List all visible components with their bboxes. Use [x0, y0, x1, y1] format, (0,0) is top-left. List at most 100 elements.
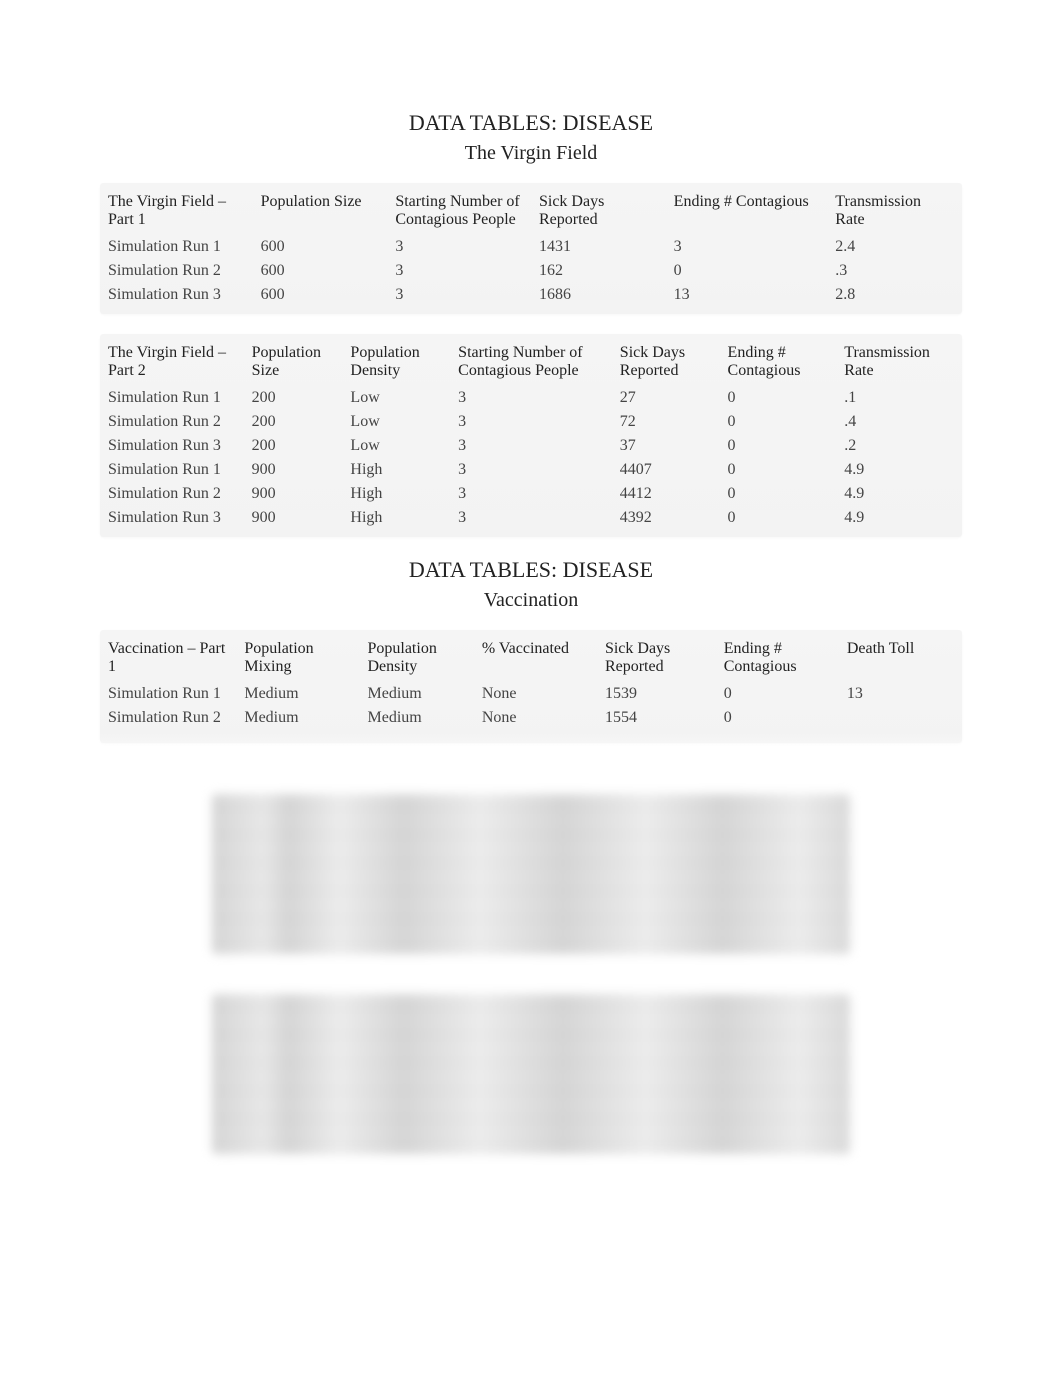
table-cell: 3	[450, 506, 612, 537]
table-cell: Simulation Run 3	[100, 434, 244, 458]
table-cell: 1431	[531, 235, 666, 259]
table-cell: None	[474, 706, 597, 730]
col-header: Transmission Rate	[827, 183, 962, 235]
col-header: Population Density	[359, 630, 473, 682]
table-cell: Simulation Run 3	[100, 283, 253, 314]
col-header: Population Size	[253, 183, 388, 235]
table-row: Simulation Run 2MediumMediumNone15540	[100, 706, 962, 730]
table-cell: Low	[342, 410, 450, 434]
table-cell: Simulation Run 1	[100, 458, 244, 482]
table-cell: High	[342, 506, 450, 537]
table-cell: 4392	[612, 506, 720, 537]
table-cell: 0	[666, 259, 828, 283]
table-cell: Simulation Run 3	[100, 506, 244, 537]
col-header: Sick Days Reported	[597, 630, 716, 682]
table-cell: .2	[836, 434, 962, 458]
table-cell: .3	[827, 259, 962, 283]
col-header: Starting Number of Contagious People	[450, 334, 612, 386]
section-title: DATA TABLES: DISEASE	[100, 110, 962, 136]
table-row: Simulation Run 2900High3441204.9	[100, 482, 962, 506]
table-cell: Simulation Run 2	[100, 410, 244, 434]
table-cell: High	[342, 482, 450, 506]
table-cell: 72	[612, 410, 720, 434]
table-cell: Simulation Run 2	[100, 259, 253, 283]
table-header-row: The Virgin Field – Part 2 Population Siz…	[100, 334, 962, 386]
table-cell: 0	[716, 706, 839, 730]
table-cell: 200	[244, 410, 343, 434]
table-cell: 4412	[612, 482, 720, 506]
col-header: Ending # Contagious	[720, 334, 837, 386]
table-cell: 4.9	[836, 482, 962, 506]
table-row: Simulation Run 1200Low3270.1	[100, 386, 962, 410]
table-vaccination-part1: Vaccination – Part 1 Population Mixing P…	[100, 630, 962, 743]
table-cell: Low	[342, 386, 450, 410]
table-cell: 162	[531, 259, 666, 283]
table-cell: Simulation Run 1	[100, 235, 253, 259]
table-cell: 2.4	[827, 235, 962, 259]
col-header: Death Toll	[839, 630, 962, 682]
document-page: DATA TABLES: DISEASE The Virgin Field Th…	[0, 0, 1062, 1254]
table-row: Simulation Run 2200Low3720.4	[100, 410, 962, 434]
table-cell: Simulation Run 2	[100, 482, 244, 506]
col-header: Ending # Contagious	[666, 183, 828, 235]
table-row: Simulation Run 1900High3440704.9	[100, 458, 962, 482]
table-cell: 600	[253, 235, 388, 259]
table-header-row: Vaccination – Part 1 Population Mixing P…	[100, 630, 962, 682]
table-cell: 0	[720, 458, 837, 482]
section-title: DATA TABLES: DISEASE	[100, 557, 962, 583]
table-cell: 0	[716, 682, 839, 706]
table-cell: 0	[720, 410, 837, 434]
table-cell: Low	[342, 434, 450, 458]
col-header: % Vaccinated	[474, 630, 597, 682]
table-cell	[100, 730, 236, 743]
table-row: Simulation Run 1MediumMediumNone1539013	[100, 682, 962, 706]
blurred-table-placeholder	[212, 794, 850, 954]
col-header: The Virgin Field – Part 1	[100, 183, 253, 235]
table-cell: 0	[720, 434, 837, 458]
table-row-faded	[100, 730, 962, 743]
table-cell: Medium	[359, 682, 473, 706]
section-subtitle: The Virgin Field	[100, 142, 962, 165]
table-cell: 3	[450, 458, 612, 482]
table-cell	[597, 730, 716, 743]
col-header: Starting Number of Contagious People	[387, 183, 531, 235]
col-header: Population Density	[342, 334, 450, 386]
table-virgin-field-part2: The Virgin Field – Part 2 Population Siz…	[100, 334, 962, 537]
table-cell: 3	[450, 482, 612, 506]
table-cell: 0	[720, 386, 837, 410]
content-fade	[100, 763, 962, 764]
table-cell	[236, 730, 359, 743]
table-cell	[839, 730, 962, 743]
blurred-table-placeholder	[212, 994, 850, 1154]
table-cell: Simulation Run 1	[100, 386, 244, 410]
table-cell: 0	[720, 482, 837, 506]
table-cell: 3	[450, 386, 612, 410]
table-cell: 600	[253, 259, 388, 283]
obscured-content	[100, 794, 962, 1154]
table-cell: 4.9	[836, 506, 962, 537]
table-cell: 3	[387, 259, 531, 283]
table-cell: 200	[244, 386, 343, 410]
table-cell	[359, 730, 473, 743]
table-cell: 13	[666, 283, 828, 314]
table-cell: 1686	[531, 283, 666, 314]
col-header: Population Mixing	[236, 630, 359, 682]
table-row: Simulation Run 360031686132.8	[100, 283, 962, 314]
table-cell: 1554	[597, 706, 716, 730]
table-virgin-field-part1: The Virgin Field – Part 1 Population Siz…	[100, 183, 962, 314]
table-row: Simulation Run 3200Low3370.2	[100, 434, 962, 458]
table-cell: Simulation Run 1	[100, 682, 236, 706]
col-header: Ending # Contagious	[716, 630, 839, 682]
table-row: Simulation Run 3900High3439204.9	[100, 506, 962, 537]
table-cell: .4	[836, 410, 962, 434]
col-header: Population Size	[244, 334, 343, 386]
table-cell: Simulation Run 2	[100, 706, 236, 730]
table-row: Simulation Run 260031620.3	[100, 259, 962, 283]
table-cell: 3	[387, 283, 531, 314]
table-cell: 3	[387, 235, 531, 259]
col-header: Vaccination – Part 1	[100, 630, 236, 682]
table-cell: 13	[839, 682, 962, 706]
table-cell: 0	[720, 506, 837, 537]
table-cell: 900	[244, 482, 343, 506]
table-cell: 3	[666, 235, 828, 259]
